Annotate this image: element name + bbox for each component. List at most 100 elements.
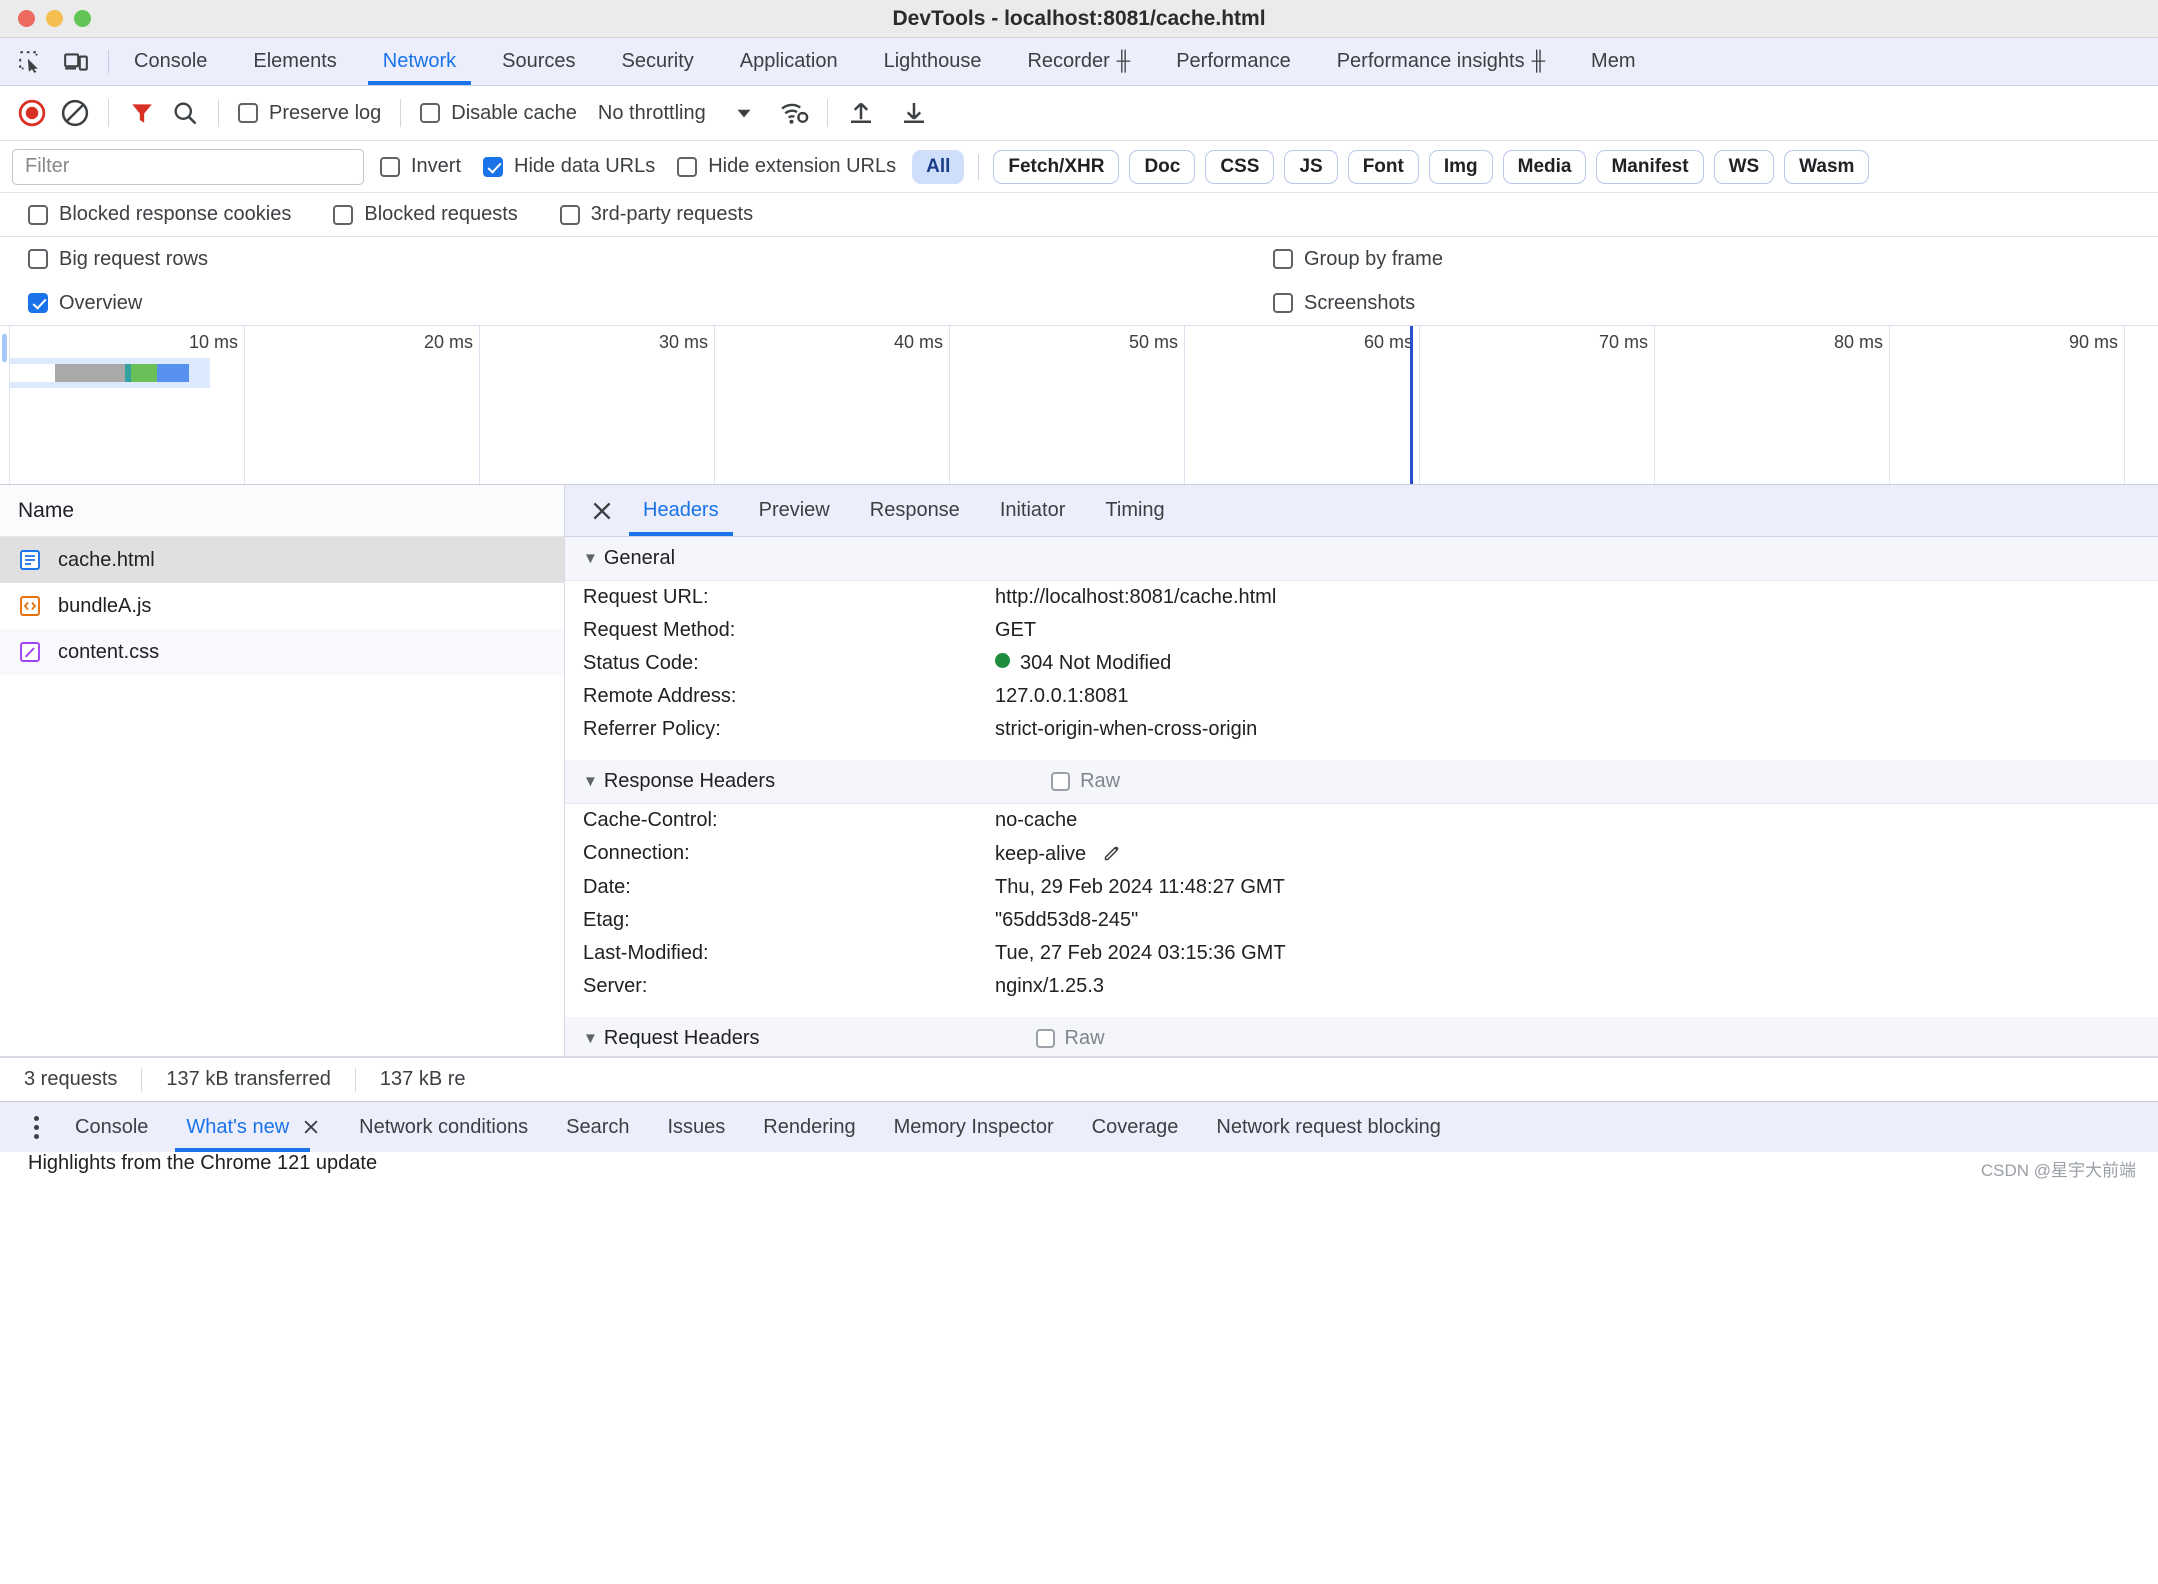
drawer-tab-label: Memory Inspector <box>894 1116 1054 1139</box>
maximize-window-button[interactable] <box>74 10 91 27</box>
header-key: Request Method: <box>583 619 995 642</box>
search-button[interactable] <box>165 93 205 133</box>
drawer-tab-rendering[interactable]: Rendering <box>744 1102 874 1152</box>
tab-headers[interactable]: Headers <box>623 485 739 536</box>
type-filter-font[interactable]: Font <box>1348 150 1419 184</box>
section-header-request-headers[interactable]: ▼ Request Headers Raw <box>565 1017 2158 1056</box>
third-party-requests-checkbox[interactable]: 3rd-party requests <box>554 203 759 226</box>
tab-timing[interactable]: Timing <box>1085 485 1184 536</box>
triangle-down-icon: ▼ <box>583 1030 598 1047</box>
overview-label: Overview <box>59 292 142 315</box>
ruler-tick: 20 ms <box>245 326 480 484</box>
tab-response[interactable]: Response <box>850 485 980 536</box>
network-overview-timeline[interactable]: 10 ms 20 ms 30 ms 40 ms 50 ms 60 ms 70 m… <box>0 325 2158 485</box>
invert-checkbox[interactable]: Invert <box>374 155 467 178</box>
type-filter-all[interactable]: All <box>912 150 964 184</box>
overview-time-ruler: 10 ms 20 ms 30 ms 40 ms 50 ms 60 ms 70 m… <box>10 326 2158 484</box>
tab-preview[interactable]: Preview <box>739 485 850 536</box>
tab-performance-insights[interactable]: Performance insights ╫ <box>1314 38 1568 85</box>
details-tab-bar: Headers Preview Response Initiator Timin… <box>565 485 2158 537</box>
drawer-tab-whats-new[interactable]: What's new <box>167 1102 340 1152</box>
type-filter-ws[interactable]: WS <box>1714 150 1775 184</box>
request-row-bundlea-js[interactable]: bundleA.js <box>0 583 564 629</box>
section-title: Response Headers <box>604 770 775 793</box>
status-dot-icon <box>995 653 1010 668</box>
overview-checkbox[interactable]: Overview <box>22 292 148 315</box>
window-title: DevTools - localhost:8081/cache.html <box>0 7 2158 31</box>
tab-console[interactable]: Console <box>111 38 230 85</box>
type-filter-doc[interactable]: Doc <box>1129 150 1195 184</box>
blocked-response-cookies-checkbox[interactable]: Blocked response cookies <box>22 203 297 226</box>
request-row-content-css[interactable]: content.css <box>0 629 564 675</box>
inspect-element-icon[interactable] <box>16 48 44 76</box>
type-filter-fetch-xhr[interactable]: Fetch/XHR <box>993 150 1119 184</box>
minimize-window-button[interactable] <box>46 10 63 27</box>
drawer-tab-memory-inspector[interactable]: Memory Inspector <box>875 1102 1073 1152</box>
type-filter-js[interactable]: JS <box>1284 150 1337 184</box>
type-filter-img[interactable]: Img <box>1429 150 1493 184</box>
filter-input[interactable] <box>12 149 364 185</box>
group-by-frame-checkbox[interactable]: Group by frame <box>1267 248 1449 271</box>
tab-sources[interactable]: Sources <box>479 38 598 85</box>
tab-memory[interactable]: Mem <box>1568 38 1658 85</box>
tick-label: 70 ms <box>1599 332 1648 353</box>
edit-pencil-icon[interactable] <box>1102 843 1123 865</box>
import-har-button[interactable] <box>841 93 881 133</box>
drawer-tab-network-request-blocking[interactable]: Network request blocking <box>1197 1102 1460 1152</box>
hide-extension-urls-checkbox[interactable]: Hide extension URLs <box>671 155 902 178</box>
drawer-tab-label: Console <box>75 1116 148 1139</box>
filter-button[interactable] <box>122 93 162 133</box>
resource-size: 137 kB re <box>356 1068 490 1091</box>
overview-range-handle[interactable] <box>2 334 7 362</box>
tab-network[interactable]: Network <box>360 38 479 85</box>
toolbar-divider <box>827 99 828 127</box>
raw-toggle-response[interactable]: Raw <box>1051 770 1120 793</box>
hide-data-urls-checkbox[interactable]: Hide data URLs <box>477 155 661 178</box>
export-har-button[interactable] <box>894 93 934 133</box>
checkbox-box <box>1273 249 1293 269</box>
type-filter-wasm[interactable]: Wasm <box>1784 150 1869 184</box>
status-text: 304 Not Modified <box>1020 652 1171 674</box>
tab-recorder[interactable]: Recorder ╫ <box>1004 38 1153 85</box>
record-button[interactable] <box>12 93 52 133</box>
section-header-general[interactable]: ▼ General <box>565 537 2158 581</box>
close-icon[interactable] <box>301 1117 321 1137</box>
more-tools-icon[interactable] <box>16 1102 56 1152</box>
device-toolbar-icon[interactable] <box>62 48 90 76</box>
clear-button[interactable] <box>55 93 95 133</box>
disable-cache-checkbox[interactable]: Disable cache <box>414 102 583 125</box>
blocked-requests-checkbox[interactable]: Blocked requests <box>327 203 523 226</box>
network-conditions-button[interactable] <box>774 93 814 133</box>
devtools-tab-bar: Console Elements Network Sources Securit… <box>0 38 2158 86</box>
type-filter-media[interactable]: Media <box>1503 150 1587 184</box>
ruler-tick: 50 ms <box>950 326 1185 484</box>
tab-application[interactable]: Application <box>717 38 861 85</box>
tab-performance[interactable]: Performance <box>1153 38 1314 85</box>
type-filter-manifest[interactable]: Manifest <box>1596 150 1703 184</box>
tab-initiator[interactable]: Initiator <box>980 485 1086 536</box>
type-filter-css[interactable]: CSS <box>1205 150 1274 184</box>
tab-lighthouse[interactable]: Lighthouse <box>861 38 1005 85</box>
checkbox-box <box>238 103 258 123</box>
request-list-pane: Name cache.html bundleA.js <box>0 485 565 1056</box>
close-details-icon[interactable] <box>581 485 623 536</box>
drawer-tab-coverage[interactable]: Coverage <box>1073 1102 1198 1152</box>
tab-elements[interactable]: Elements <box>230 38 359 85</box>
drawer-tab-issues[interactable]: Issues <box>648 1102 744 1152</box>
drawer-tab-network-conditions[interactable]: Network conditions <box>340 1102 547 1152</box>
drawer-tab-console[interactable]: Console <box>56 1102 167 1152</box>
close-window-button[interactable] <box>18 10 35 27</box>
screenshots-checkbox[interactable]: Screenshots <box>1267 292 1421 315</box>
section-header-response-headers[interactable]: ▼ Response Headers Raw <box>565 760 2158 804</box>
chevron-down-icon[interactable] <box>731 100 757 126</box>
request-row-cache-html[interactable]: cache.html <box>0 537 564 583</box>
drawer-tab-label: Coverage <box>1092 1116 1179 1139</box>
drawer-tab-search[interactable]: Search <box>547 1102 648 1152</box>
preserve-log-checkbox[interactable]: Preserve log <box>232 102 387 125</box>
throttling-select[interactable]: No throttling <box>598 102 706 125</box>
big-request-rows-checkbox[interactable]: Big request rows <box>22 248 214 271</box>
header-value: strict-origin-when-cross-origin <box>995 718 1257 741</box>
raw-toggle-request[interactable]: Raw <box>1036 1027 1105 1050</box>
tab-security[interactable]: Security <box>599 38 717 85</box>
tick-label: 90 ms <box>2069 332 2118 353</box>
